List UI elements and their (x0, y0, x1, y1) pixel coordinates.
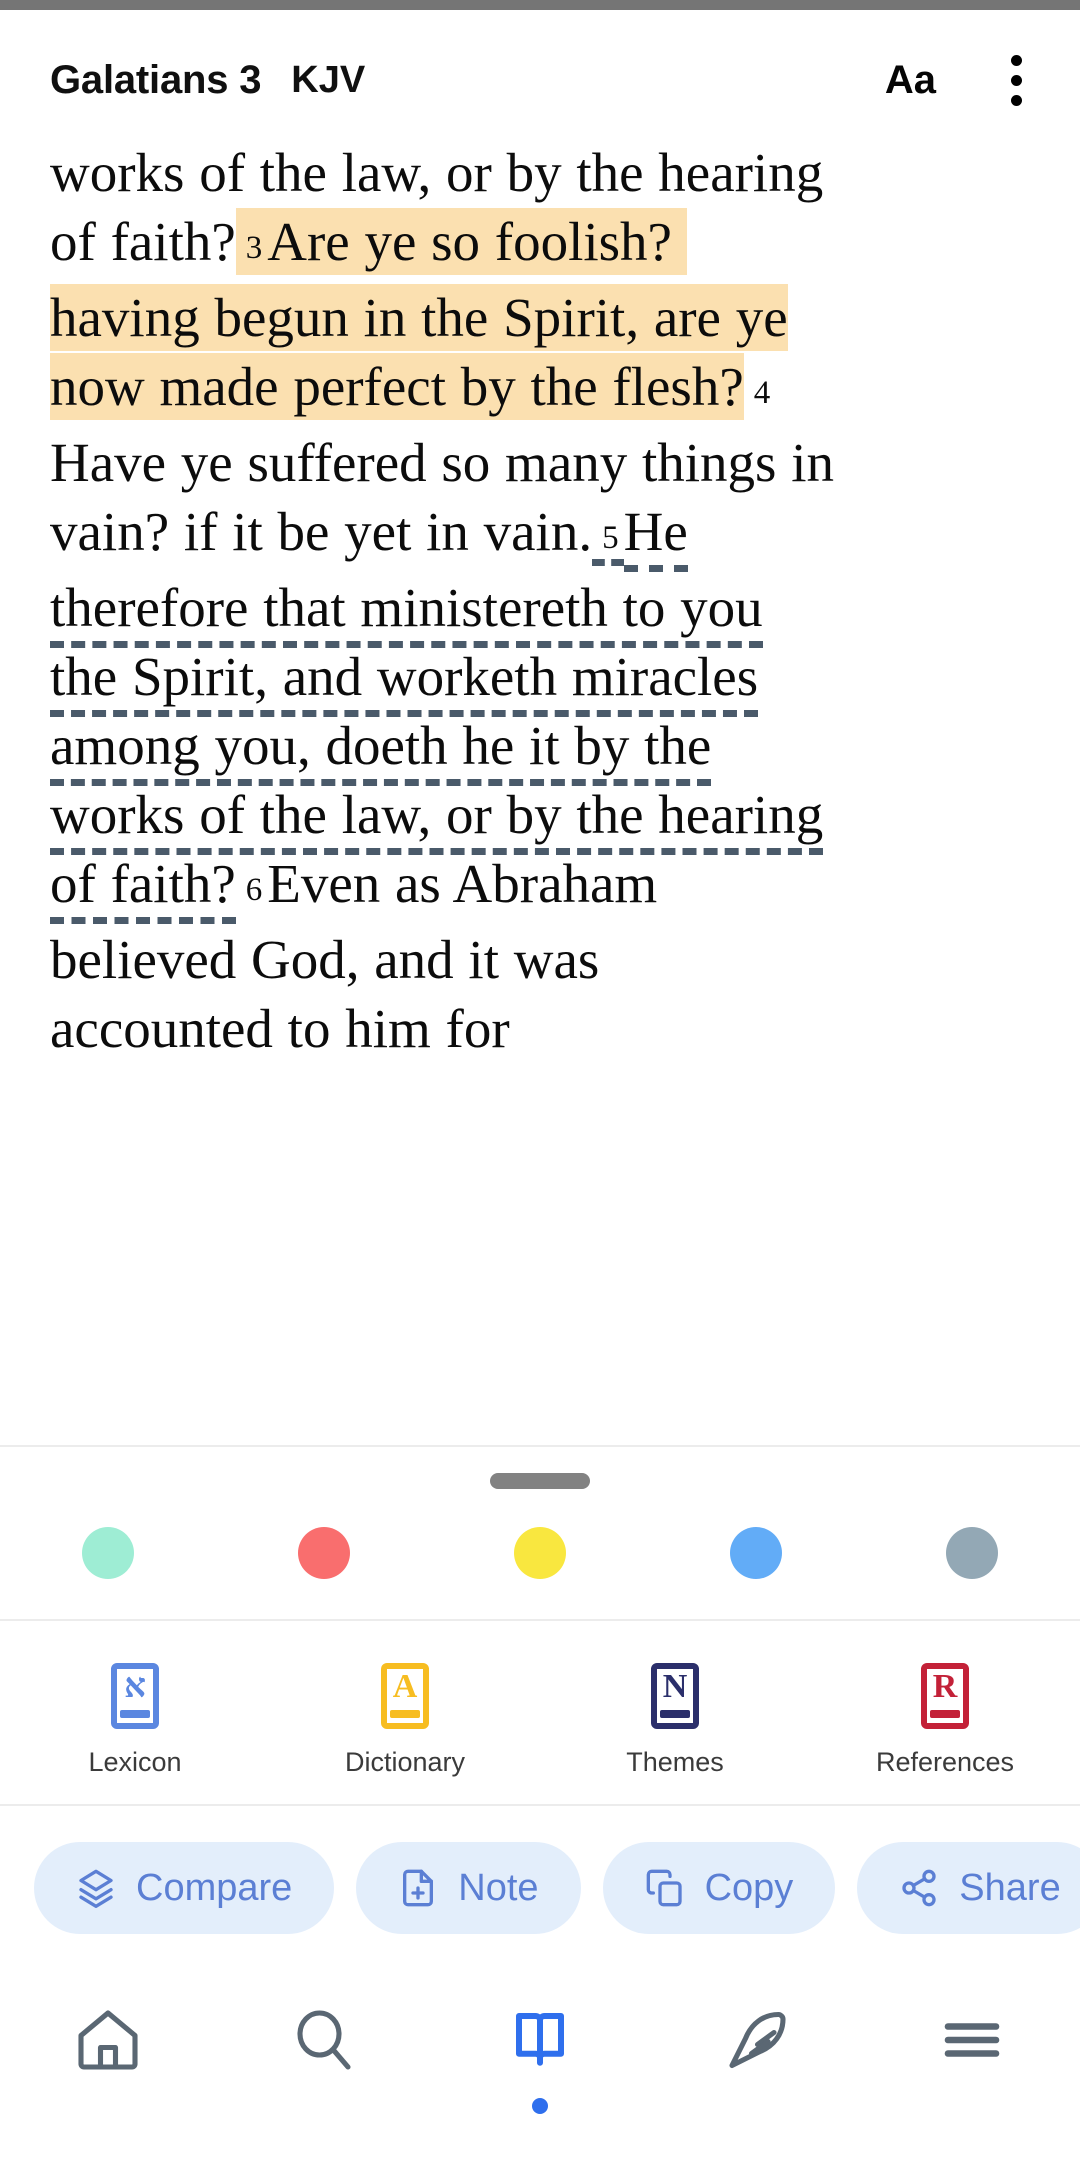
verse-line: Have ye suffered so many things in (50, 432, 834, 493)
verse-line: believed God, and it was (50, 929, 600, 990)
bible-reader-screen: Galatians 3 KJV Aa works of the law, or … (0, 0, 1080, 2160)
highlighted-run: now made perfect by the flesh? (50, 353, 744, 420)
bottom-navigation-bar (0, 1970, 1080, 2160)
lexicon-glyph: א (124, 1668, 146, 1705)
font-size-button[interactable]: Aa (885, 58, 936, 103)
nav-read[interactable] (432, 2004, 648, 2114)
lexicon-book-icon: א (111, 1663, 159, 1729)
highlight-color-blue[interactable] (730, 1527, 782, 1579)
chip-label: Share (959, 1866, 1061, 1909)
scripture-text-area[interactable]: works of the law, or by the hearing of f… (0, 150, 1080, 1382)
chip-label: Compare (136, 1866, 293, 1909)
highlight-color-slate[interactable] (946, 1527, 998, 1579)
verse-line: Even as Abraham (267, 853, 658, 914)
book-base (930, 1710, 960, 1718)
verse-line: of faith? (50, 853, 236, 924)
verse-line: works of the law, or by the hearing (50, 150, 824, 203)
highlighted-run: having begun in the Spirit, are ye (50, 284, 788, 351)
nav-active-dot (532, 2098, 548, 2114)
status-bar (0, 0, 1080, 10)
swatch-cell (648, 1527, 864, 1579)
themes-book-icon: N (651, 1663, 699, 1729)
action-sheet: א Lexicon A Dictionary N Themes R Refere… (0, 1445, 1080, 2160)
tool-label: References (875, 1747, 1015, 1777)
chip-label: Copy (704, 1866, 794, 1909)
nav-more[interactable] (864, 2004, 1080, 2114)
tool-references[interactable]: R References (810, 1663, 1080, 1778)
verse-line: Are ye so foolish? (267, 211, 672, 272)
highlight-color-red[interactable] (298, 1527, 350, 1579)
verse-line: vain? if it be yet in vain. (50, 501, 593, 562)
home-icon (78, 2010, 138, 2070)
copy-button[interactable]: Copy (602, 1842, 836, 1934)
highlight-color-row (0, 1499, 1080, 1621)
verse-number: 6 (245, 872, 263, 908)
verse-line: of faith? (50, 211, 236, 272)
swatch-cell (0, 1527, 216, 1579)
copy-icon (646, 1869, 682, 1907)
kebab-dot (1010, 74, 1022, 86)
drag-handle-wrap (0, 1447, 1080, 1499)
swatch-cell (216, 1527, 432, 1579)
verse-number: 5 (592, 520, 624, 566)
highlight-color-mint[interactable] (82, 1527, 134, 1579)
highlighted-run: 3Are ye so foolish? (235, 208, 687, 275)
verse-number: 3 (245, 230, 263, 266)
verse-line: accounted to him for (50, 998, 510, 1059)
kebab-dot (1010, 94, 1022, 106)
study-tools-row: א Lexicon A Dictionary N Themes R Refere… (0, 1621, 1080, 1806)
share-button[interactable]: Share (857, 1842, 1080, 1934)
tool-label: Themes (626, 1747, 724, 1777)
tool-themes[interactable]: N Themes (540, 1663, 810, 1778)
highlight-color-yellow[interactable] (514, 1527, 566, 1579)
tool-label: Dictionary (344, 1747, 466, 1777)
verse-line: therefore that ministereth to you (50, 577, 763, 648)
verse-line: among you, doeth he it by the (50, 715, 712, 786)
references-glyph: R (932, 1668, 958, 1705)
drag-handle[interactable] (490, 1473, 590, 1489)
verse-number: 4 (753, 375, 771, 411)
nav-home[interactable] (0, 2004, 216, 2114)
nav-search[interactable] (216, 2004, 432, 2114)
verse-line: works of the law, or by the hearing (50, 784, 824, 855)
open-book-icon (516, 2013, 564, 2066)
tool-label: Lexicon (88, 1747, 182, 1777)
verse-paragraph[interactable]: works of the law, or by the hearing of f… (50, 150, 1030, 1063)
layers-icon (79, 1869, 113, 1908)
search-icon (297, 2010, 351, 2070)
book-base (660, 1710, 690, 1718)
dictionary-glyph: A (392, 1668, 418, 1705)
note-button[interactable]: Note (356, 1842, 581, 1934)
references-book-icon: R (921, 1663, 969, 1729)
note-add-icon (403, 1869, 434, 1907)
book-base (390, 1710, 420, 1718)
chapter-reference[interactable]: Galatians 3 (50, 58, 261, 103)
book-base (120, 1710, 150, 1718)
action-chip-row: Compare Note Copy Share (0, 1806, 1080, 1970)
kebab-dot (1010, 54, 1022, 66)
themes-glyph: N (662, 1668, 688, 1705)
tool-dictionary[interactable]: A Dictionary (270, 1663, 540, 1778)
nav-notes[interactable] (648, 2004, 864, 2114)
chip-label: Note (458, 1866, 539, 1909)
app-header: Galatians 3 KJV Aa (0, 10, 1080, 150)
hamburger-menu-icon (944, 2023, 1000, 2057)
swatch-cell (432, 1527, 648, 1579)
swatch-cell (864, 1527, 1080, 1579)
dictionary-book-icon: A (381, 1663, 429, 1729)
verse-line: the Spirit, and worketh miracles (50, 646, 759, 717)
verse-line: He (623, 501, 688, 572)
tool-lexicon[interactable]: א Lexicon (0, 1663, 270, 1778)
feather-quill-icon (729, 2011, 786, 2069)
kebab-menu-icon[interactable] (1010, 54, 1022, 106)
share-icon (902, 1869, 936, 1907)
compare-button[interactable]: Compare (34, 1842, 335, 1934)
bible-version-label[interactable]: KJV (291, 59, 365, 102)
